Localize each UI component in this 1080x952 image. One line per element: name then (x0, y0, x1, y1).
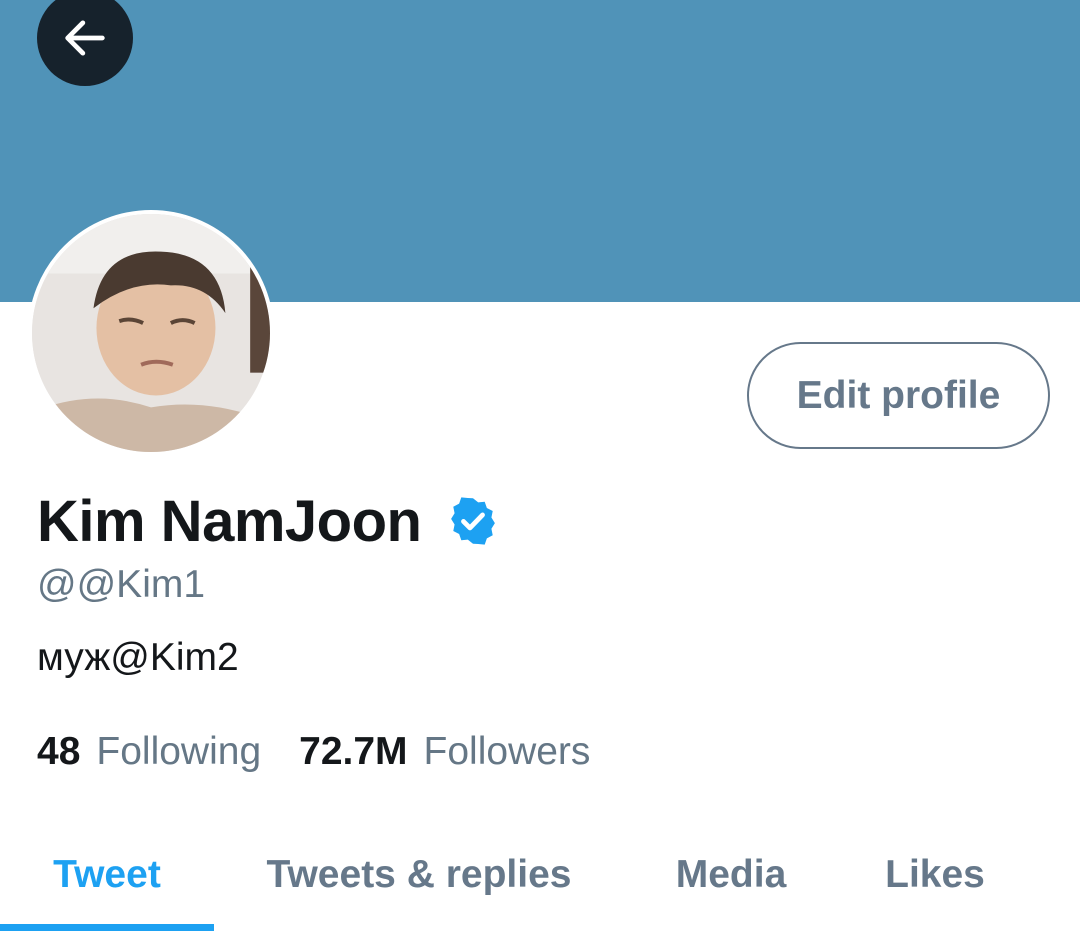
name-row: Kim NamJoon (37, 486, 499, 556)
followers-stat[interactable]: 72.7M Followers (299, 730, 628, 774)
avatar[interactable] (28, 210, 274, 456)
following-label: Following (96, 730, 262, 773)
display-name: Kim NamJoon (37, 488, 422, 554)
followers-count: 72.7M (299, 730, 408, 773)
arrow-left-icon (65, 20, 105, 56)
edit-profile-button[interactable]: Edit profile (747, 342, 1050, 449)
tab-likes[interactable]: Likes (838, 820, 1032, 930)
tab-tweets-replies[interactable]: Tweets & replies (214, 820, 624, 930)
profile-stats: 48 Following 72.7M Followers (37, 730, 628, 774)
avatar-image (32, 214, 270, 452)
profile-bio: муж@Kim2 (37, 636, 239, 679)
followers-label: Followers (423, 730, 591, 773)
profile-handle: @@Kim1 (37, 563, 206, 606)
active-tab-indicator (0, 924, 214, 931)
profile-tabs: Tweet Tweets & replies Media Likes (0, 820, 1080, 940)
following-stat[interactable]: 48 Following (37, 730, 299, 774)
tab-media[interactable]: Media (624, 820, 838, 930)
following-count: 48 (37, 730, 81, 773)
verified-badge-icon (451, 497, 496, 545)
tab-tweet[interactable]: Tweet (0, 820, 214, 930)
